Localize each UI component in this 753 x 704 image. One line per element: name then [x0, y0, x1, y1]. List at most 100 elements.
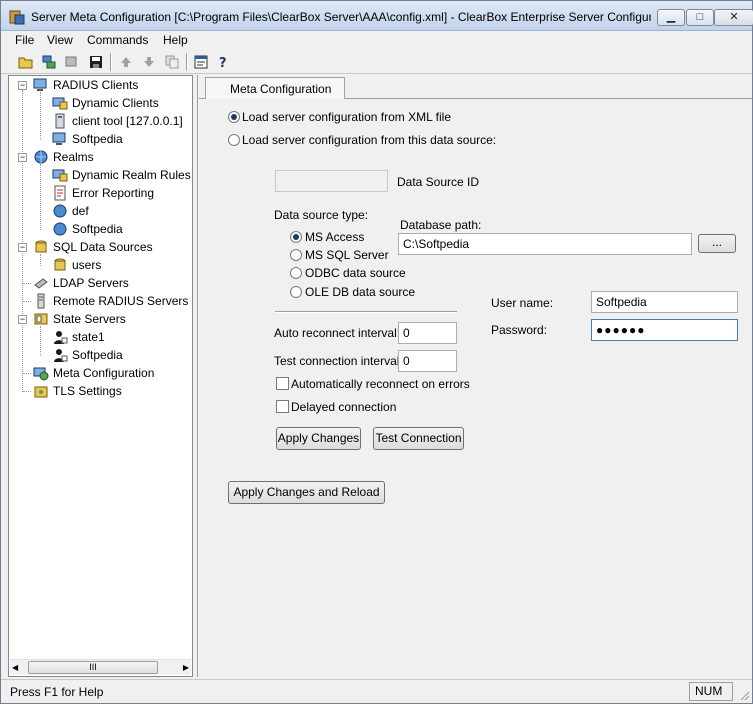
auto-reconnect-input[interactable]: 0 — [398, 322, 457, 344]
scroll-right-arrow-icon[interactable]: ▶ — [183, 663, 189, 672]
tree-item-dynamic-realm-rules[interactable]: Dynamic Realm Rules — [52, 166, 191, 184]
menu-commands[interactable]: Commands — [87, 33, 148, 47]
load-datasource-label: Load server configuration from this data… — [242, 133, 497, 147]
disconnect-icon[interactable] — [63, 53, 81, 70]
collapse-state-servers[interactable]: − — [18, 315, 27, 324]
tree-item-dynamic-clients[interactable]: Dynamic Clients — [52, 94, 159, 112]
tree-item-softpedia-client[interactable]: Softpedia — [52, 130, 123, 148]
collapse-realms[interactable]: − — [18, 153, 27, 162]
tree-item-label: client tool [127.0.0.1] — [72, 114, 183, 128]
move-down-icon[interactable] — [140, 53, 158, 70]
database-path-label: Database path: — [400, 218, 482, 232]
database-path-input[interactable]: C:\Softpedia — [398, 233, 692, 255]
collapse-radius-clients[interactable]: − — [18, 81, 27, 90]
tree-item-label: state1 — [72, 330, 105, 344]
copy-icon[interactable] — [163, 53, 181, 70]
tree-item-tls-settings[interactable]: TLS Settings — [33, 382, 122, 400]
tree-item-client-tool[interactable]: client tool [127.0.0.1] — [52, 112, 183, 130]
tree-item-label: users — [72, 258, 102, 272]
tree-item-label: def — [72, 204, 89, 218]
load-xml-radio[interactable] — [228, 111, 240, 123]
username-label: User name: — [491, 296, 554, 310]
tree-item-label: TLS Settings — [53, 384, 122, 398]
help-icon[interactable]: ? — [214, 53, 232, 70]
ms-sql-server-radio[interactable] — [290, 249, 302, 261]
window-title: Server Meta Configuration [C:\Program Fi… — [31, 10, 651, 24]
minimize-button[interactable]: ▁ — [657, 9, 685, 26]
status-text: Press F1 for Help — [10, 685, 104, 699]
data-source-id-input[interactable] — [275, 170, 388, 192]
tree-item-sql-data-sources[interactable]: SQL Data Sources — [33, 238, 153, 256]
tree-item-label: Dynamic Realm Rules — [72, 168, 191, 182]
tree-item-realms[interactable]: Realms — [33, 148, 94, 166]
menu-file[interactable]: File — [15, 33, 34, 47]
collapse-sql-data-sources[interactable]: − — [18, 243, 27, 252]
app-icon — [9, 10, 25, 25]
ms-access-radio[interactable] — [290, 231, 302, 243]
menu-view[interactable]: View — [47, 33, 73, 47]
realms-icon — [34, 150, 48, 164]
tree-line — [23, 391, 31, 392]
tree-item-softpedia-state[interactable]: Softpedia — [52, 346, 123, 364]
apply-changes-reload-button[interactable]: Apply Changes and Reload — [228, 481, 385, 504]
delayed-connection-checkbox[interactable] — [276, 400, 289, 413]
pane-splitter[interactable] — [194, 75, 198, 677]
tree-item-meta-configuration[interactable]: Meta Configuration — [33, 364, 155, 382]
tree-item-label: LDAP Servers — [53, 276, 129, 290]
test-connection-interval-input[interactable]: 0 — [398, 350, 457, 372]
connect-icon[interactable] — [40, 53, 58, 70]
delayed-connection-label: Delayed connection — [291, 400, 397, 414]
tree-item-state1[interactable]: state1 — [52, 328, 105, 346]
browse-button[interactable]: ... — [698, 234, 736, 253]
properties-icon[interactable] — [192, 53, 210, 70]
main-window: Server Meta Configuration [C:\Program Fi… — [0, 0, 753, 704]
tree-item-radius-clients[interactable]: RADIUS Clients — [33, 76, 138, 94]
title-bar: Server Meta Configuration [C:\Program Fi… — [1, 1, 753, 31]
tree-line — [23, 301, 31, 302]
tree-item-label: State Servers — [53, 312, 126, 326]
tree-item-softpedia-realm[interactable]: Softpedia — [52, 220, 123, 238]
oledb-radio[interactable] — [290, 286, 302, 298]
tree-item-label: Softpedia — [72, 222, 123, 236]
configuration-tree[interactable]: − RADIUS Clients Dynamic Clients client … — [8, 75, 193, 677]
move-up-icon[interactable] — [117, 53, 135, 70]
load-xml-label: Load server configuration from XML file — [242, 110, 451, 124]
tree-item-label: Meta Configuration — [53, 366, 155, 380]
odbc-label: ODBC data source — [305, 266, 406, 280]
password-label: Password: — [491, 323, 548, 337]
save-icon[interactable] — [87, 53, 105, 70]
server-icon — [37, 293, 45, 309]
username-input[interactable]: Softpedia — [591, 291, 738, 313]
tree-line — [40, 164, 41, 230]
scroll-thumb[interactable]: III — [28, 661, 158, 674]
realm-icon — [53, 204, 67, 218]
tree-line — [23, 373, 31, 374]
state-servers-icon — [34, 313, 48, 325]
tree-item-error-reporting[interactable]: Error Reporting — [52, 184, 154, 202]
meta-config-icon — [33, 367, 49, 381]
database-icon — [54, 258, 66, 271]
load-datasource-radio[interactable] — [228, 134, 240, 146]
tree-horizontal-scrollbar[interactable]: ◀ III ▶ — [10, 659, 191, 675]
tree-line — [23, 283, 31, 284]
tree-item-def[interactable]: def — [52, 202, 89, 220]
test-connection-button[interactable]: Test Connection — [373, 427, 464, 450]
maximize-button[interactable]: □ — [686, 9, 714, 26]
apply-changes-button[interactable]: Apply Changes — [276, 427, 361, 450]
tab-meta-configuration[interactable]: Meta Configuration — [205, 77, 345, 99]
open-folder-icon[interactable] — [17, 53, 35, 70]
tree-item-state-servers[interactable]: State Servers — [33, 310, 126, 328]
close-button[interactable]: ✕ — [714, 9, 753, 26]
scroll-left-arrow-icon[interactable]: ◀ — [12, 663, 18, 672]
dynamic-clients-icon — [52, 97, 68, 110]
odbc-radio[interactable] — [290, 267, 302, 279]
password-input[interactable]: ●●●●●● — [591, 319, 738, 341]
svg-text:?: ? — [219, 56, 227, 70]
auto-reconnect-errors-checkbox[interactable] — [276, 377, 289, 390]
toolbar-separator — [186, 53, 188, 71]
resize-grip-icon[interactable] — [738, 689, 750, 701]
tree-item-remote-radius-servers[interactable]: Remote RADIUS Servers — [33, 292, 188, 310]
tree-item-users[interactable]: users — [52, 256, 101, 274]
tree-item-ldap-servers[interactable]: LDAP Servers — [33, 274, 129, 292]
menu-help[interactable]: Help — [163, 33, 188, 47]
